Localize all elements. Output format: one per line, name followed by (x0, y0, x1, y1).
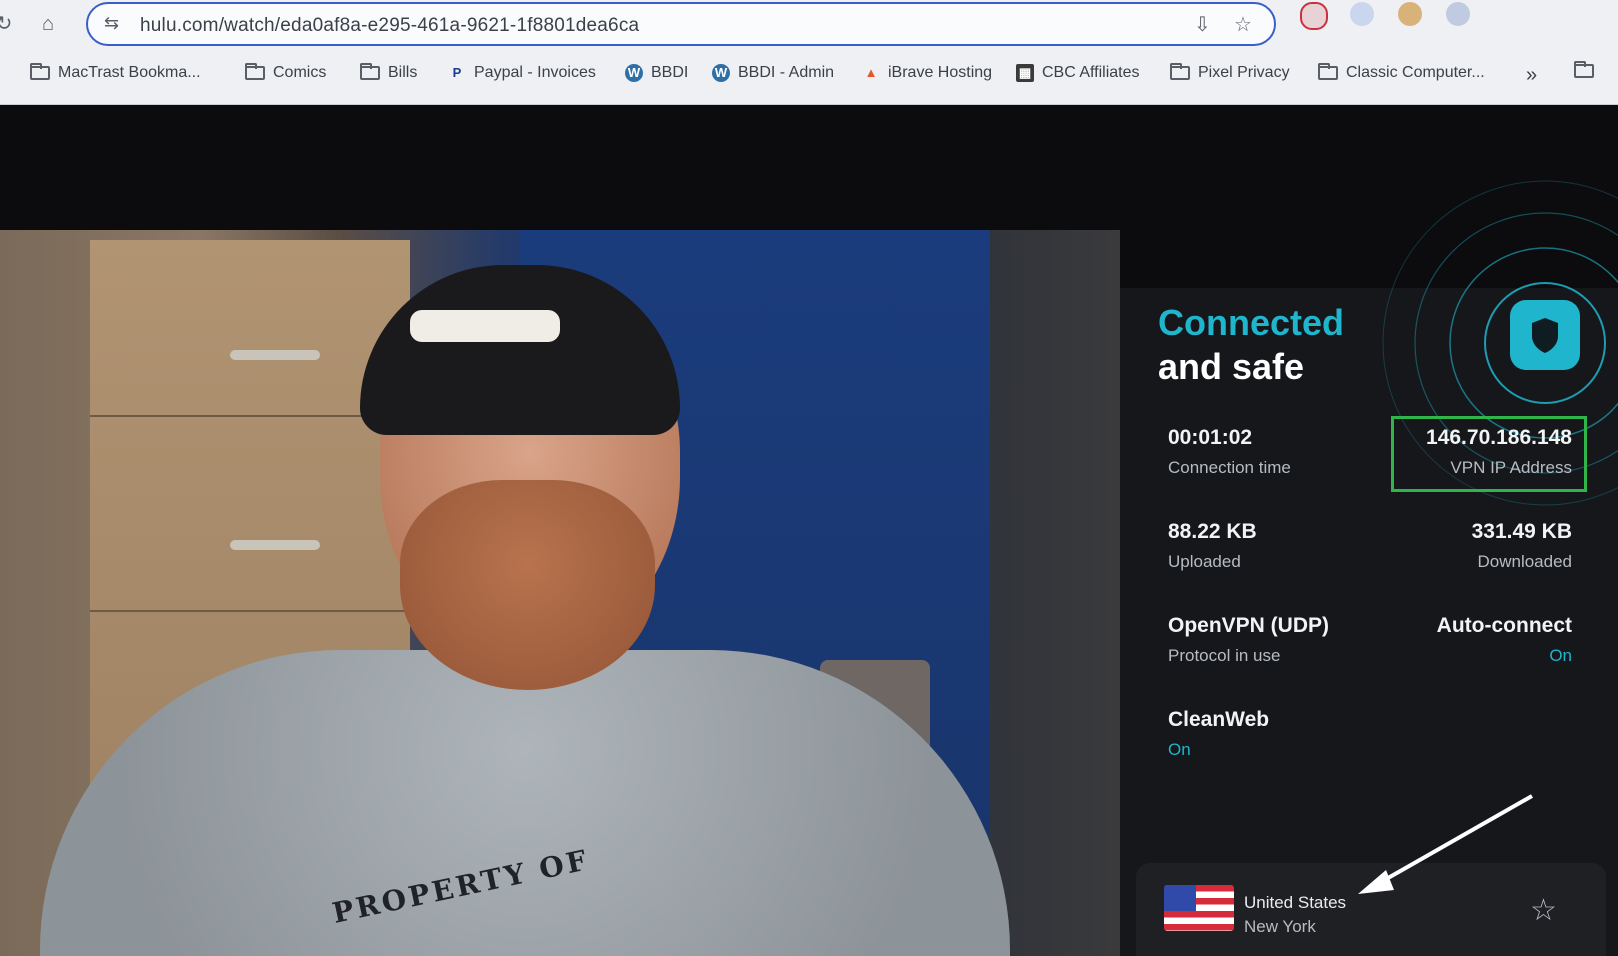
bookmark-ibrave[interactable]: ▲ iBrave Hosting (862, 64, 992, 82)
bookmark-label: MacTrast Bookma... (58, 64, 201, 81)
url-text[interactable]: hulu.com/watch/eda0af8a-e295-461a-9621-1… (140, 15, 639, 37)
bookmark-label: iBrave Hosting (888, 64, 993, 81)
cbc-icon: ▦ (1016, 64, 1034, 82)
address-bar[interactable]: ⇆ hulu.com/watch/eda0af8a-e295-461a-9621… (86, 2, 1276, 46)
folder-icon (360, 63, 380, 80)
bookmark-cbc[interactable]: ▦ CBC Affiliates (1016, 64, 1140, 82)
vpn-toggle-button[interactable] (1510, 300, 1580, 370)
protocol-label: Protocol in use (1168, 646, 1281, 665)
location-city: New York (1244, 917, 1316, 936)
annotation-arrow (1358, 794, 1533, 894)
auto-connect-label[interactable]: Auto-connect (1437, 614, 1572, 638)
bookmark-comics[interactable]: Comics (245, 63, 327, 82)
bookmark-bbdi-admin[interactable]: W BBDI - Admin (712, 64, 834, 82)
wordpress-icon: W (625, 64, 643, 82)
cleanweb-status[interactable]: On (1168, 740, 1191, 760)
extension-icon[interactable] (1446, 2, 1470, 26)
cleanweb-label[interactable]: CleanWeb (1168, 708, 1269, 732)
folder-icon (245, 63, 265, 80)
bookmark-label: Comics (273, 64, 327, 81)
location-country: United States (1244, 893, 1347, 912)
folder-icon (1318, 63, 1338, 80)
bookmark-bbdi[interactable]: W BBDI (625, 64, 688, 82)
bookmarks-overflow-button[interactable]: » (1526, 64, 1537, 87)
bookmark-label: Pixel Privacy (1198, 64, 1290, 81)
connection-time-label: Connection time (1168, 458, 1291, 477)
browser-chrome: ↻ ⌂ ⇆ hulu.com/watch/eda0af8a-e295-461a-… (0, 0, 1618, 105)
downloaded-value: 331.49 KB (1471, 520, 1572, 543)
install-app-icon[interactable]: ⇩ (1194, 12, 1211, 37)
cap-band (410, 310, 560, 342)
hoodie (40, 650, 1010, 956)
us-flag-icon (1164, 885, 1234, 931)
drawer-handle (230, 350, 320, 360)
uploaded-value: 88.22 KB (1168, 520, 1257, 543)
bookmark-bills[interactable]: Bills (360, 63, 418, 82)
connection-time-value: 00:01:02 (1168, 426, 1253, 449)
flag-canton (1164, 885, 1196, 911)
bookmark-paypal[interactable]: P Paypal - Invoices (448, 64, 596, 82)
folder-icon (30, 63, 50, 80)
shield-icon (1532, 318, 1558, 353)
drawer-line (90, 610, 410, 612)
extension-avatar-icon[interactable] (1398, 2, 1422, 26)
vpn-ip-value: 146.70.186.148 (1426, 426, 1572, 449)
status-title: Connected (1158, 302, 1345, 343)
folder-icon (1170, 63, 1190, 80)
bookmark-label: BBDI (651, 64, 689, 81)
vpn-ip-label: VPN IP Address (1450, 458, 1572, 477)
bookmark-star-icon[interactable]: ☆ (1234, 12, 1252, 37)
paypal-icon: P (452, 65, 462, 80)
bookmark-label: Bills (388, 64, 418, 81)
wordpress-icon: W (712, 64, 730, 82)
uploaded-label: Uploaded (1168, 552, 1241, 571)
bookmark-mactrast[interactable]: MacTrast Bookma... (30, 63, 201, 82)
extension-shield-icon[interactable] (1300, 2, 1328, 30)
brave-icon: ▲ (864, 65, 878, 80)
status-subtitle: and safe (1158, 346, 1305, 387)
bookmark-label: BBDI - Admin (738, 64, 835, 81)
bookmark-classic-computer[interactable]: Classic Computer... (1318, 63, 1485, 82)
bookmark-label: Classic Computer... (1346, 64, 1485, 81)
home-icon[interactable]: ⌂ (34, 10, 62, 38)
bookmarks-bar: MacTrast Bookma... Comics Bills P Paypal… (0, 52, 1618, 96)
other-bookmarks-folder[interactable] (1574, 61, 1594, 78)
bookmark-label: Paypal - Invoices (474, 64, 596, 81)
drawer-handle (230, 540, 320, 550)
extension-password-icon[interactable] (1350, 2, 1374, 26)
downloaded-label: Downloaded (1477, 552, 1572, 571)
site-settings-icon[interactable]: ⇆ (104, 13, 119, 34)
protocol-value: OpenVPN (UDP) (1168, 614, 1330, 637)
video-player[interactable]: PROPERTY OF (0, 230, 1120, 956)
reload-icon[interactable]: ↻ (0, 10, 18, 38)
folder-icon (1574, 61, 1594, 78)
bookmark-label: CBC Affiliates (1042, 64, 1140, 81)
auto-connect-status[interactable]: On (1549, 646, 1572, 666)
beard (400, 480, 655, 690)
bookmark-pixel-privacy[interactable]: Pixel Privacy (1170, 63, 1290, 82)
